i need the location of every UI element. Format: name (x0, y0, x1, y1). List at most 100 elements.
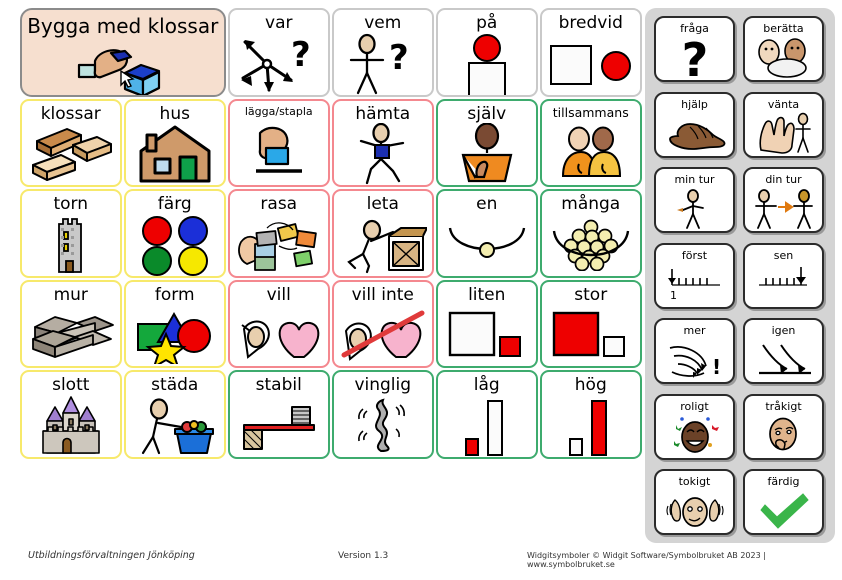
symbol-card-lagga[interactable]: lägga/stapla (228, 98, 330, 187)
hand-placing-block-icon (22, 37, 224, 95)
card-label-form: form (154, 284, 195, 305)
symbol-card-villinte[interactable]: vill inte (332, 279, 434, 368)
symbol-card-manga[interactable]: många (540, 189, 642, 278)
card-label-pa: på (476, 13, 498, 33)
side-symbol-card-hjalp[interactable]: hjälp (654, 91, 735, 158)
symbol-card-stabil[interactable]: stabil (228, 370, 330, 459)
card-body-hog: hög (540, 370, 642, 459)
card-body-manga: många (540, 189, 642, 278)
card-label-vill: vill (266, 284, 291, 305)
side-symbol-card-mer[interactable]: mer ! (654, 318, 735, 384)
symbol-card-lag[interactable]: låg (436, 370, 538, 459)
svg-text:?: ? (291, 35, 311, 75)
svg-text:?: ? (389, 38, 409, 78)
again-arrows-icon (745, 337, 822, 382)
symbol-card-bredvid[interactable]: bredvid (540, 8, 642, 97)
card-body-hamta: hämta (332, 98, 434, 187)
side-symbol-card-fardig[interactable]: färdig (743, 469, 824, 535)
house-icon (126, 123, 224, 185)
circle-on-square-icon (438, 33, 536, 95)
symbol-card-vill[interactable]: vill (228, 279, 330, 368)
card-body-var: var ? (228, 8, 330, 97)
low-bar-icon (438, 395, 536, 457)
card-body-en: en (436, 189, 538, 278)
side-symbol-card-forst[interactable]: först 1 (654, 242, 735, 309)
side-symbol-card-tokigt[interactable]: tokigt (654, 469, 735, 535)
big-square-icon (542, 304, 640, 366)
side-card-label-forst: först (681, 248, 708, 262)
symbol-card-tillsammans[interactable]: tillsammans (540, 98, 642, 187)
side-card-body-fardig: färdig (743, 469, 824, 535)
side-symbol-card-dinTur[interactable]: din tur (743, 167, 824, 233)
card-body-sjalv: själv (436, 98, 538, 187)
symbol-card-torn[interactable]: torn (20, 189, 122, 278)
side-symbol-card-vanta[interactable]: vänta (743, 91, 824, 158)
side-card-label-vanta: vänta (767, 97, 800, 111)
card-body-lagga: lägga/stapla (228, 98, 330, 187)
crazy-face-icon (656, 488, 733, 533)
symbol-card-hamta[interactable]: hämta (332, 98, 434, 187)
side-symbol-card-beratta[interactable]: berätta (743, 16, 824, 82)
high-bar-icon (542, 395, 640, 457)
symbol-card-en[interactable]: en (436, 189, 538, 278)
side-card-label-minTur: min tur (674, 173, 715, 186)
square-beside-circle-icon (542, 33, 640, 95)
card-body-villinte: vill inte (332, 279, 434, 368)
side-symbol-card-sen[interactable]: sen (743, 242, 824, 309)
side-symbol-card-igen[interactable]: igen (743, 318, 824, 384)
symbol-card-pa[interactable]: på (436, 8, 538, 97)
card-label-sjalv: själv (467, 103, 507, 124)
symbol-card-mur[interactable]: mur (20, 279, 122, 368)
card-label-hamta: hämta (355, 103, 411, 124)
shapes-icon (126, 304, 224, 366)
symbol-card-rasa[interactable]: rasa (228, 189, 330, 278)
symbol-card-form[interactable]: form (124, 279, 226, 368)
card-body-vill: vill (228, 279, 330, 368)
person-self-icon (438, 123, 536, 185)
side-card-body-tokigt: tokigt (654, 469, 735, 535)
card-body-bredvid: bredvid (540, 8, 642, 97)
symbol-card-vem[interactable]: vem ? (332, 8, 434, 97)
symbol-card-hus[interactable]: hus (124, 98, 226, 187)
card-body-vem: vem ? (332, 8, 434, 97)
symbol-card-vinglig[interactable]: vinglig (332, 370, 434, 459)
card-label-mur: mur (53, 284, 88, 305)
symbol-card-klossar[interactable]: klossar (20, 98, 122, 187)
helping-hand-icon (656, 111, 733, 156)
card-label-title: Bygga med klossar (27, 14, 219, 38)
svg-text:1: 1 (670, 289, 677, 302)
side-symbol-card-minTur[interactable]: min tur (654, 167, 735, 233)
side-card-label-beratta: berätta (763, 22, 804, 35)
symbol-card-farg[interactable]: färg (124, 189, 226, 278)
side-card-body-dinTur: din tur (743, 167, 824, 233)
card-label-torn: torn (53, 194, 89, 214)
side-symbol-card-trakigt[interactable]: tråkigt (743, 393, 824, 460)
card-body-stor: stor (540, 279, 642, 368)
card-body-title: Bygga med klossar (20, 8, 226, 97)
symbol-card-var[interactable]: var ? (228, 8, 330, 97)
symbol-card-title[interactable]: Bygga med klossar (20, 8, 226, 97)
side-card-body-mer: mer ! (654, 318, 735, 384)
side-symbol-card-roligt[interactable]: roligt (654, 393, 735, 460)
symbol-card-hog[interactable]: hög (540, 370, 642, 459)
card-label-lagga: lägga/stapla (244, 104, 313, 118)
card-body-pa: på (436, 8, 538, 97)
card-label-farg: färg (157, 194, 192, 214)
symbol-card-sjalv[interactable]: själv (436, 98, 538, 187)
hand-stacking-icon (230, 117, 328, 185)
symbol-card-slott[interactable]: slott (20, 370, 122, 459)
card-body-hus: hus (124, 98, 226, 187)
side-card-body-beratta: berätta (743, 16, 824, 82)
symbol-card-liten[interactable]: liten (436, 279, 538, 368)
footer-copyright: Widgitsymboler © Widgit Software/Symbolb… (527, 551, 766, 569)
footer-version: Version 1.3 (338, 551, 389, 561)
tower-icon (22, 214, 120, 276)
side-symbol-card-fraga[interactable]: fråga ? (654, 16, 735, 82)
card-label-stabil: stabil (255, 375, 302, 395)
person-fetching-icon (334, 123, 432, 185)
symbol-card-stada[interactable]: städa (124, 370, 226, 459)
symbol-card-leta[interactable]: leta (332, 189, 434, 278)
card-body-liten: liten (436, 279, 538, 368)
question-mark-icon: ? (656, 35, 733, 80)
symbol-card-stor[interactable]: stor (540, 279, 642, 368)
